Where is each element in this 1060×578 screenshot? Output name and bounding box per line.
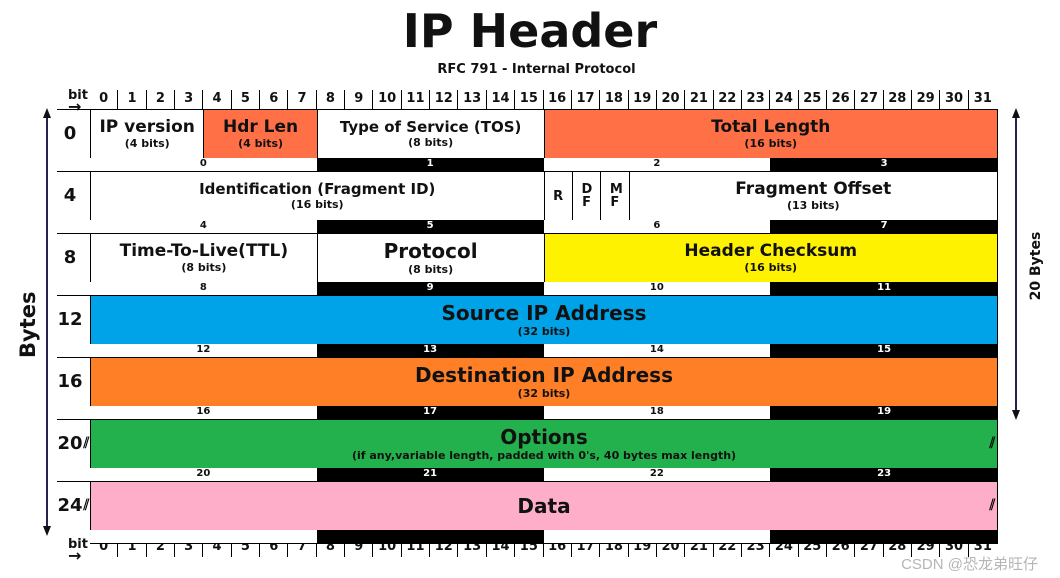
byte-index-cell <box>543 530 771 544</box>
byte-index-cell: 4 <box>90 220 317 234</box>
ip-header-table: 0 IP version (4 bits) Hdr Len (4 bits) Type o… <box>0 0 1060 578</box>
byte-index-cell <box>316 530 544 544</box>
variable-length-mark-right: // <box>989 435 996 451</box>
field-name: Source IP Address <box>441 301 647 325</box>
field-fragment-offset: Fragment Offset (13 bits) <box>628 171 998 221</box>
field-bit-width: (16 bits) <box>744 137 798 150</box>
watermark: CSDN @恐龙弟旺仔 <box>901 556 1038 573</box>
field-bit-width: (13 bits) <box>786 199 840 212</box>
field-bit-width: (16 bits) <box>290 198 344 211</box>
field-name: Total Length <box>711 117 831 137</box>
variable-length-mark-left: // <box>83 435 90 451</box>
table-bottom-border <box>90 543 997 544</box>
row-offset-label: 4 <box>63 185 77 206</box>
byte-index-cell: 6 <box>543 220 771 234</box>
field-bit-width: (if any,variable length, padded with 0's… <box>351 449 737 462</box>
byte-index-cell: 17 <box>316 406 544 420</box>
field-destination-ip-address: Destination IP Address (32 bits) <box>90 357 998 407</box>
field-bit-width: (8 bits) <box>181 261 227 274</box>
byte-index-cell: 15 <box>770 344 998 358</box>
field-bit-width: (4 bits) <box>238 137 284 150</box>
byte-index-cell <box>90 530 317 544</box>
field-name: Type of Service (TOS) <box>339 118 522 136</box>
field-header-checksum: Header Checksum (16 bits) <box>543 233 998 283</box>
byte-index-cell: 2 <box>543 158 771 172</box>
field-options: Options (if any,variable length, padded w… <box>90 419 998 469</box>
field-bit-width: (32 bits) <box>517 325 571 338</box>
byte-index-cell: 3 <box>770 158 998 172</box>
row-offset-label: 12 <box>57 309 83 330</box>
byte-index-cell: 1 <box>316 158 544 172</box>
byte-index-cell: 7 <box>770 220 998 234</box>
row-offset-label: 0 <box>63 123 77 144</box>
field-r: R <box>543 171 573 221</box>
field-name: MF <box>609 182 623 210</box>
row-offset-label: 16 <box>57 371 83 392</box>
variable-length-mark-right: // <box>989 497 996 513</box>
field-name: Data <box>517 494 571 518</box>
field-bit-width: (8 bits) <box>408 263 454 276</box>
byte-index-cell: 9 <box>316 282 544 296</box>
field-name: Options <box>500 425 588 449</box>
field-name: Fragment Offset <box>735 179 892 199</box>
row-offset-label: 8 <box>63 247 77 268</box>
byte-index-cell: 13 <box>316 344 544 358</box>
byte-index-cell: 18 <box>543 406 771 420</box>
field-bit-width: (32 bits) <box>517 387 571 400</box>
field-type-of-service-tos: Type of Service (TOS) (8 bits) <box>316 109 545 159</box>
field-mf: MF <box>600 171 630 221</box>
variable-length-mark-left: // <box>83 497 90 513</box>
field-name: Identification (Fragment ID) <box>199 180 436 198</box>
byte-index-cell <box>770 530 998 544</box>
field-name: Protocol <box>383 239 478 263</box>
field-identification-fragment-id: Identification (Fragment ID) (16 bits) <box>90 171 545 221</box>
byte-index-cell: 21 <box>316 468 544 482</box>
field-name: Hdr Len <box>222 117 299 137</box>
byte-index-cell: 16 <box>90 406 317 420</box>
field-data: Data <box>90 481 998 531</box>
field-name: DF <box>581 182 593 210</box>
byte-index-cell: 5 <box>316 220 544 234</box>
byte-index-cell: 10 <box>543 282 771 296</box>
field-bit-width: (4 bits) <box>124 137 170 150</box>
byte-index-cell: 20 <box>90 468 317 482</box>
field-name: Time-To-Live(TTL) <box>119 241 289 261</box>
field-protocol: Protocol (8 bits) <box>316 233 545 283</box>
byte-index-cell: 0 <box>90 158 317 172</box>
field-name: Header Checksum <box>684 241 858 261</box>
field-name: Destination IP Address <box>415 363 673 387</box>
byte-index-cell: 14 <box>543 344 771 358</box>
field-source-ip-address: Source IP Address (32 bits) <box>90 295 998 345</box>
byte-index-cell: 8 <box>90 282 317 296</box>
byte-index-cell: 12 <box>90 344 317 358</box>
byte-index-cell: 22 <box>543 468 771 482</box>
field-hdr-len: Hdr Len (4 bits) <box>203 109 318 159</box>
field-ip-version: IP version (4 bits) <box>90 109 205 159</box>
field-name: R <box>553 188 564 204</box>
byte-index-cell: 11 <box>770 282 998 296</box>
field-df: DF <box>571 171 602 221</box>
field-bit-width: (8 bits) <box>408 136 454 149</box>
field-total-length: Total Length (16 bits) <box>543 109 998 159</box>
field-name: IP version <box>99 117 195 137</box>
field-bit-width: (16 bits) <box>744 261 798 274</box>
field-time-to-live-ttl: Time-To-Live(TTL) (8 bits) <box>90 233 318 283</box>
byte-index-cell: 19 <box>770 406 998 420</box>
byte-index-cell: 23 <box>770 468 998 482</box>
